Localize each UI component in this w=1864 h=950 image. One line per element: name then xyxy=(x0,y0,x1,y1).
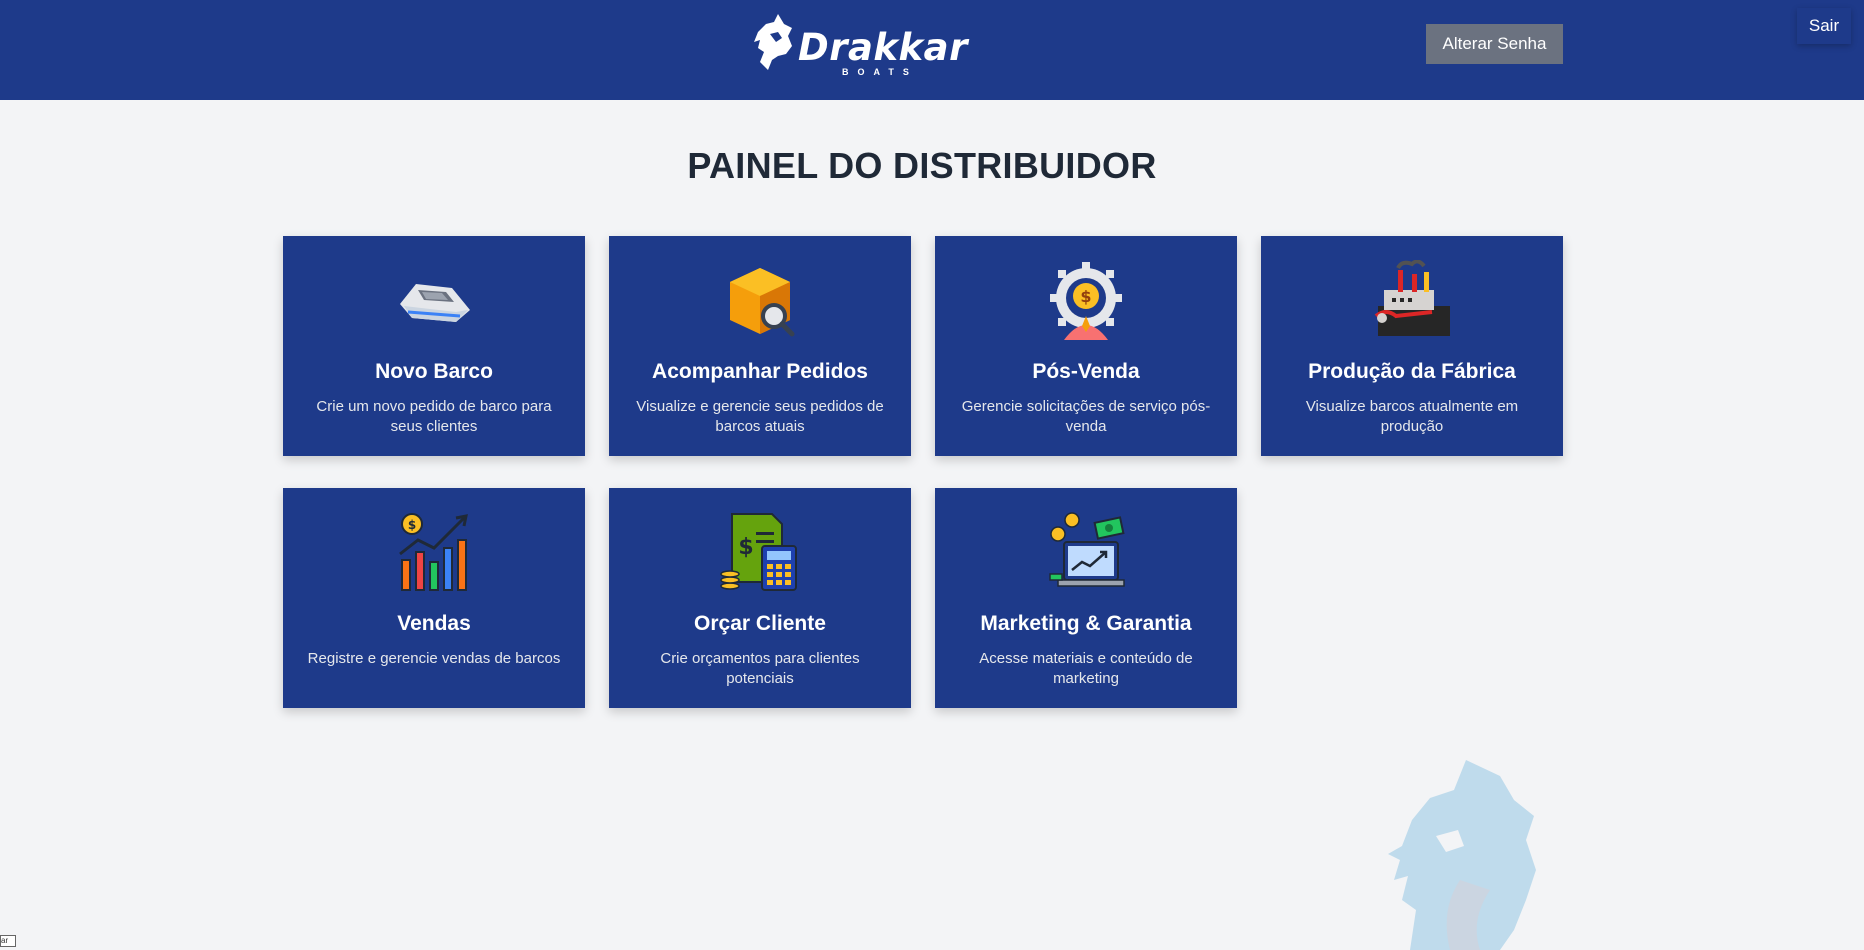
service-gear-icon: $ xyxy=(1050,262,1122,340)
card-description: Gerencie solicitações de serviço pós-ven… xyxy=(961,398,1211,435)
card-producao-fabrica[interactable]: Produção da Fábrica Visualize barcos atu… xyxy=(1261,236,1563,456)
card-novo-barco[interactable]: Novo Barco Crie um novo pedido de barco … xyxy=(283,236,585,456)
card-pos-venda[interactable]: $ Pós-Venda Gerencie solicitações de ser… xyxy=(935,236,1237,456)
card-vendas[interactable]: $ Vendas Registre e gerencie vendas de b… xyxy=(283,488,585,708)
card-title: Orçar Cliente xyxy=(694,612,826,635)
change-password-button[interactable]: Alterar Senha xyxy=(1426,24,1563,64)
card-description: Visualize barcos atualmente em produção xyxy=(1305,398,1519,435)
card-description: Acesse materiais e conteúdo de marketing xyxy=(979,650,1193,687)
top-header: Drakkar BOATS Alterar Senha Sair xyxy=(0,0,1864,100)
page-title: PAINEL DO DISTRIBUIDOR xyxy=(687,145,1157,186)
brand-subtitle: BOATS xyxy=(842,67,918,77)
marketing-laptop-icon xyxy=(1049,512,1125,587)
logout-button[interactable]: Sair xyxy=(1797,8,1851,44)
card-orcar-cliente[interactable]: $ Orçar Cliente Crie orçamentos para cli… xyxy=(609,488,911,708)
card-title: Vendas xyxy=(397,612,471,635)
card-title: Marketing & Garantia xyxy=(980,612,1192,635)
brand-name: Drakkar xyxy=(798,26,968,69)
package-search-icon xyxy=(730,268,795,337)
card-title: Acompanhar Pedidos xyxy=(652,360,868,383)
card-title: Novo Barco xyxy=(375,360,493,383)
card-title: Produção da Fábrica xyxy=(1308,360,1516,383)
svg-text:$: $ xyxy=(408,518,416,532)
sales-chart-icon: $ xyxy=(399,513,468,591)
svg-text:$: $ xyxy=(738,535,753,560)
card-description: Crie orçamentos para clientes potenciais xyxy=(660,650,860,687)
factory-icon xyxy=(1374,260,1450,336)
card-description: Visualize e gerencie seus pedidos de bar… xyxy=(636,398,884,435)
card-description: Crie um novo pedido de barco para seus c… xyxy=(316,398,552,435)
card-title: Pós-Venda xyxy=(1032,360,1140,383)
boat-icon xyxy=(400,284,470,322)
corner-tooltip: ar xyxy=(0,935,16,947)
card-acompanhar-pedidos[interactable]: Acompanhar Pedidos Visualize e gerencie … xyxy=(609,236,911,456)
dragon-logo-icon xyxy=(754,14,792,70)
card-marketing-garantia[interactable]: Marketing & Garantia Acesse materiais e … xyxy=(935,488,1237,708)
dragon-watermark-icon xyxy=(1388,760,1536,950)
drakkar-logo[interactable]: Drakkar BOATS xyxy=(744,10,967,80)
quote-calculator-icon: $ xyxy=(720,513,797,591)
svg-text:$: $ xyxy=(1080,287,1091,306)
card-description: Registre e gerencie vendas de barcos xyxy=(307,650,561,667)
